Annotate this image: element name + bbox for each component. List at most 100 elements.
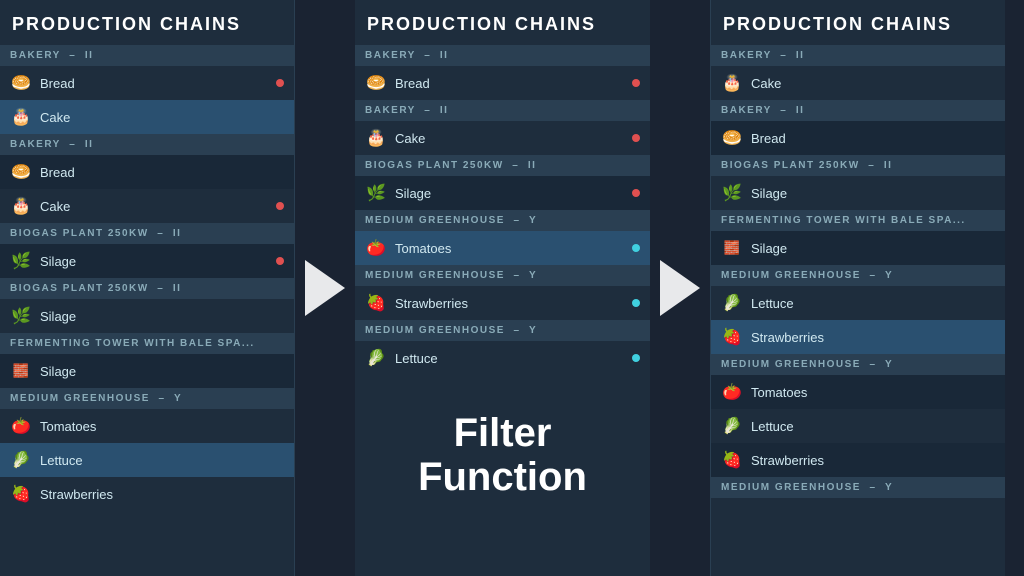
left-panel-content: BAKERY – II 🥯 Bread 🎂 Cake BAKERY – II 🥯… <box>0 45 294 576</box>
list-item[interactable]: 🌿 Silage <box>0 244 294 278</box>
arrow-shape <box>660 260 700 316</box>
category-greenhouse-2: MEDIUM GREENHOUSE – Y <box>711 354 1005 375</box>
bread-icon: 🥯 <box>10 161 32 183</box>
lettuce-icon: 🥬 <box>365 347 387 369</box>
item-label: Bread <box>40 165 284 180</box>
item-label: Silage <box>395 186 640 201</box>
tomato-icon: 🍅 <box>365 237 387 259</box>
item-label: Tomatoes <box>395 241 640 256</box>
arrow-left <box>295 260 355 316</box>
left-panel-title: PRODUCTION CHAINS <box>0 0 294 45</box>
category-biogas: BIOGAS PLANT 250KW – II <box>355 155 650 176</box>
list-item[interactable]: 🎂 Cake <box>355 121 650 155</box>
list-item[interactable]: 🥯 Bread <box>0 155 294 189</box>
item-label: Tomatoes <box>751 385 995 400</box>
category-biogas-1: BIOGAS PLANT 250KW – II <box>0 223 294 244</box>
dot-indicator <box>632 244 640 252</box>
list-item[interactable]: 🎂 Cake <box>0 100 294 134</box>
right-panel-content: BAKERY – II 🎂 Cake BAKERY – II 🥯 Bread B… <box>711 45 1005 576</box>
list-item[interactable]: 🎂 Cake <box>711 66 1005 100</box>
category-greenhouse-3: MEDIUM GREENHOUSE – Y <box>355 320 650 341</box>
list-item[interactable]: 🎂 Cake <box>0 189 294 223</box>
list-item[interactable]: 🥬 Lettuce <box>0 443 294 477</box>
category-greenhouse-1: MEDIUM GREENHOUSE – Y <box>0 388 294 409</box>
tomato-icon: 🍅 <box>10 415 32 437</box>
list-item[interactable]: 🥯 Bread <box>711 121 1005 155</box>
dot-indicator <box>632 299 640 307</box>
middle-panel-content: BAKERY – II 🥯 Bread BAKERY – II 🎂 Cake B… <box>355 45 650 576</box>
bale-icon: 🧱 <box>721 237 743 259</box>
category-fermenting: FERMENTING TOWER WITH BALE SPA... <box>0 333 294 354</box>
cake-icon: 🎂 <box>721 72 743 94</box>
category-greenhouse-1: MEDIUM GREENHOUSE – Y <box>355 210 650 231</box>
lettuce-icon: 🥬 <box>721 292 743 314</box>
strawberry-icon: 🍓 <box>721 449 743 471</box>
list-item[interactable]: 🥬 Lettuce <box>711 409 1005 443</box>
right-panel-title: PRODUCTION CHAINS <box>711 0 1005 45</box>
list-item[interactable]: 🧱 Silage <box>711 231 1005 265</box>
category-bakery-1: BAKERY – II <box>0 45 294 66</box>
list-item[interactable]: 🥬 Lettuce <box>711 286 1005 320</box>
silage-icon: 🌿 <box>365 182 387 204</box>
bread-icon: 🥯 <box>721 127 743 149</box>
bread-icon: 🥯 <box>365 72 387 94</box>
item-label: Cake <box>395 131 640 146</box>
item-label: Lettuce <box>395 351 640 366</box>
bread-icon: 🥯 <box>10 72 32 94</box>
item-label: Strawberries <box>395 296 640 311</box>
item-label: Lettuce <box>40 453 284 468</box>
item-label: Lettuce <box>751 296 995 311</box>
item-label: Silage <box>40 309 284 324</box>
item-label: Bread <box>395 76 640 91</box>
cake-icon: 🎂 <box>365 127 387 149</box>
category-greenhouse-3: MEDIUM GREENHOUSE – Y <box>711 477 1005 498</box>
list-item[interactable]: 🧱 Silage <box>0 354 294 388</box>
list-item[interactable]: 🌿 Silage <box>711 176 1005 210</box>
item-label: Strawberries <box>751 453 995 468</box>
list-item[interactable]: 🥬 Lettuce <box>355 341 650 375</box>
main-container: PRODUCTION CHAINS BAKERY – II 🥯 Bread 🎂 … <box>0 0 1024 576</box>
item-label: Silage <box>40 254 284 269</box>
lettuce-icon: 🥬 <box>721 415 743 437</box>
list-item[interactable]: 🍅 Tomatoes <box>0 409 294 443</box>
silage-icon: 🌿 <box>10 250 32 272</box>
strawberry-icon: 🍓 <box>10 483 32 505</box>
category-biogas: BIOGAS PLANT 250KW – II <box>711 155 1005 176</box>
list-item[interactable]: 🍅 Tomatoes <box>355 231 650 265</box>
list-item[interactable]: 🍓 Strawberries <box>0 477 294 511</box>
cake-icon: 🎂 <box>10 106 32 128</box>
dot-indicator <box>632 134 640 142</box>
list-item[interactable]: 🌿 Silage <box>0 299 294 333</box>
arrow-right <box>650 260 710 316</box>
strawberry-icon: 🍓 <box>721 326 743 348</box>
category-fermenting: FERMENTING TOWER WITH BALE SPA... <box>711 210 1005 231</box>
list-item[interactable]: 🍓 Strawberries <box>355 286 650 320</box>
item-label: Bread <box>40 76 284 91</box>
list-item[interactable]: 🥯 Bread <box>355 66 650 100</box>
list-item[interactable]: 🍓 Strawberries <box>711 443 1005 477</box>
category-bakery-2: BAKERY – II <box>0 134 294 155</box>
list-item[interactable]: 🍅 Tomatoes <box>711 375 1005 409</box>
item-label: Cake <box>751 76 995 91</box>
silage-icon: 🌿 <box>721 182 743 204</box>
lettuce-icon: 🥬 <box>10 449 32 471</box>
category-bakery-2: BAKERY – II <box>711 100 1005 121</box>
category-bakery-2: BAKERY – II <box>355 100 650 121</box>
dot-indicator <box>276 257 284 265</box>
left-panel: PRODUCTION CHAINS BAKERY – II 🥯 Bread 🎂 … <box>0 0 295 576</box>
item-label: Strawberries <box>40 487 284 502</box>
item-label: Tomatoes <box>40 419 284 434</box>
category-greenhouse-1: MEDIUM GREENHOUSE – Y <box>711 265 1005 286</box>
item-label: Lettuce <box>751 419 995 434</box>
filter-function-label: Filter Function <box>355 375 650 519</box>
item-label: Strawberries <box>751 330 995 345</box>
middle-panel: PRODUCTION CHAINS BAKERY – II 🥯 Bread BA… <box>355 0 650 576</box>
tomato-icon: 🍅 <box>721 381 743 403</box>
list-item[interactable]: 🥯 Bread <box>0 66 294 100</box>
item-label: Bread <box>751 131 995 146</box>
item-label: Cake <box>40 110 284 125</box>
arrow-shape <box>305 260 345 316</box>
list-item[interactable]: 🌿 Silage <box>355 176 650 210</box>
list-item[interactable]: 🍓 Strawberries <box>711 320 1005 354</box>
category-greenhouse-2: MEDIUM GREENHOUSE – Y <box>355 265 650 286</box>
